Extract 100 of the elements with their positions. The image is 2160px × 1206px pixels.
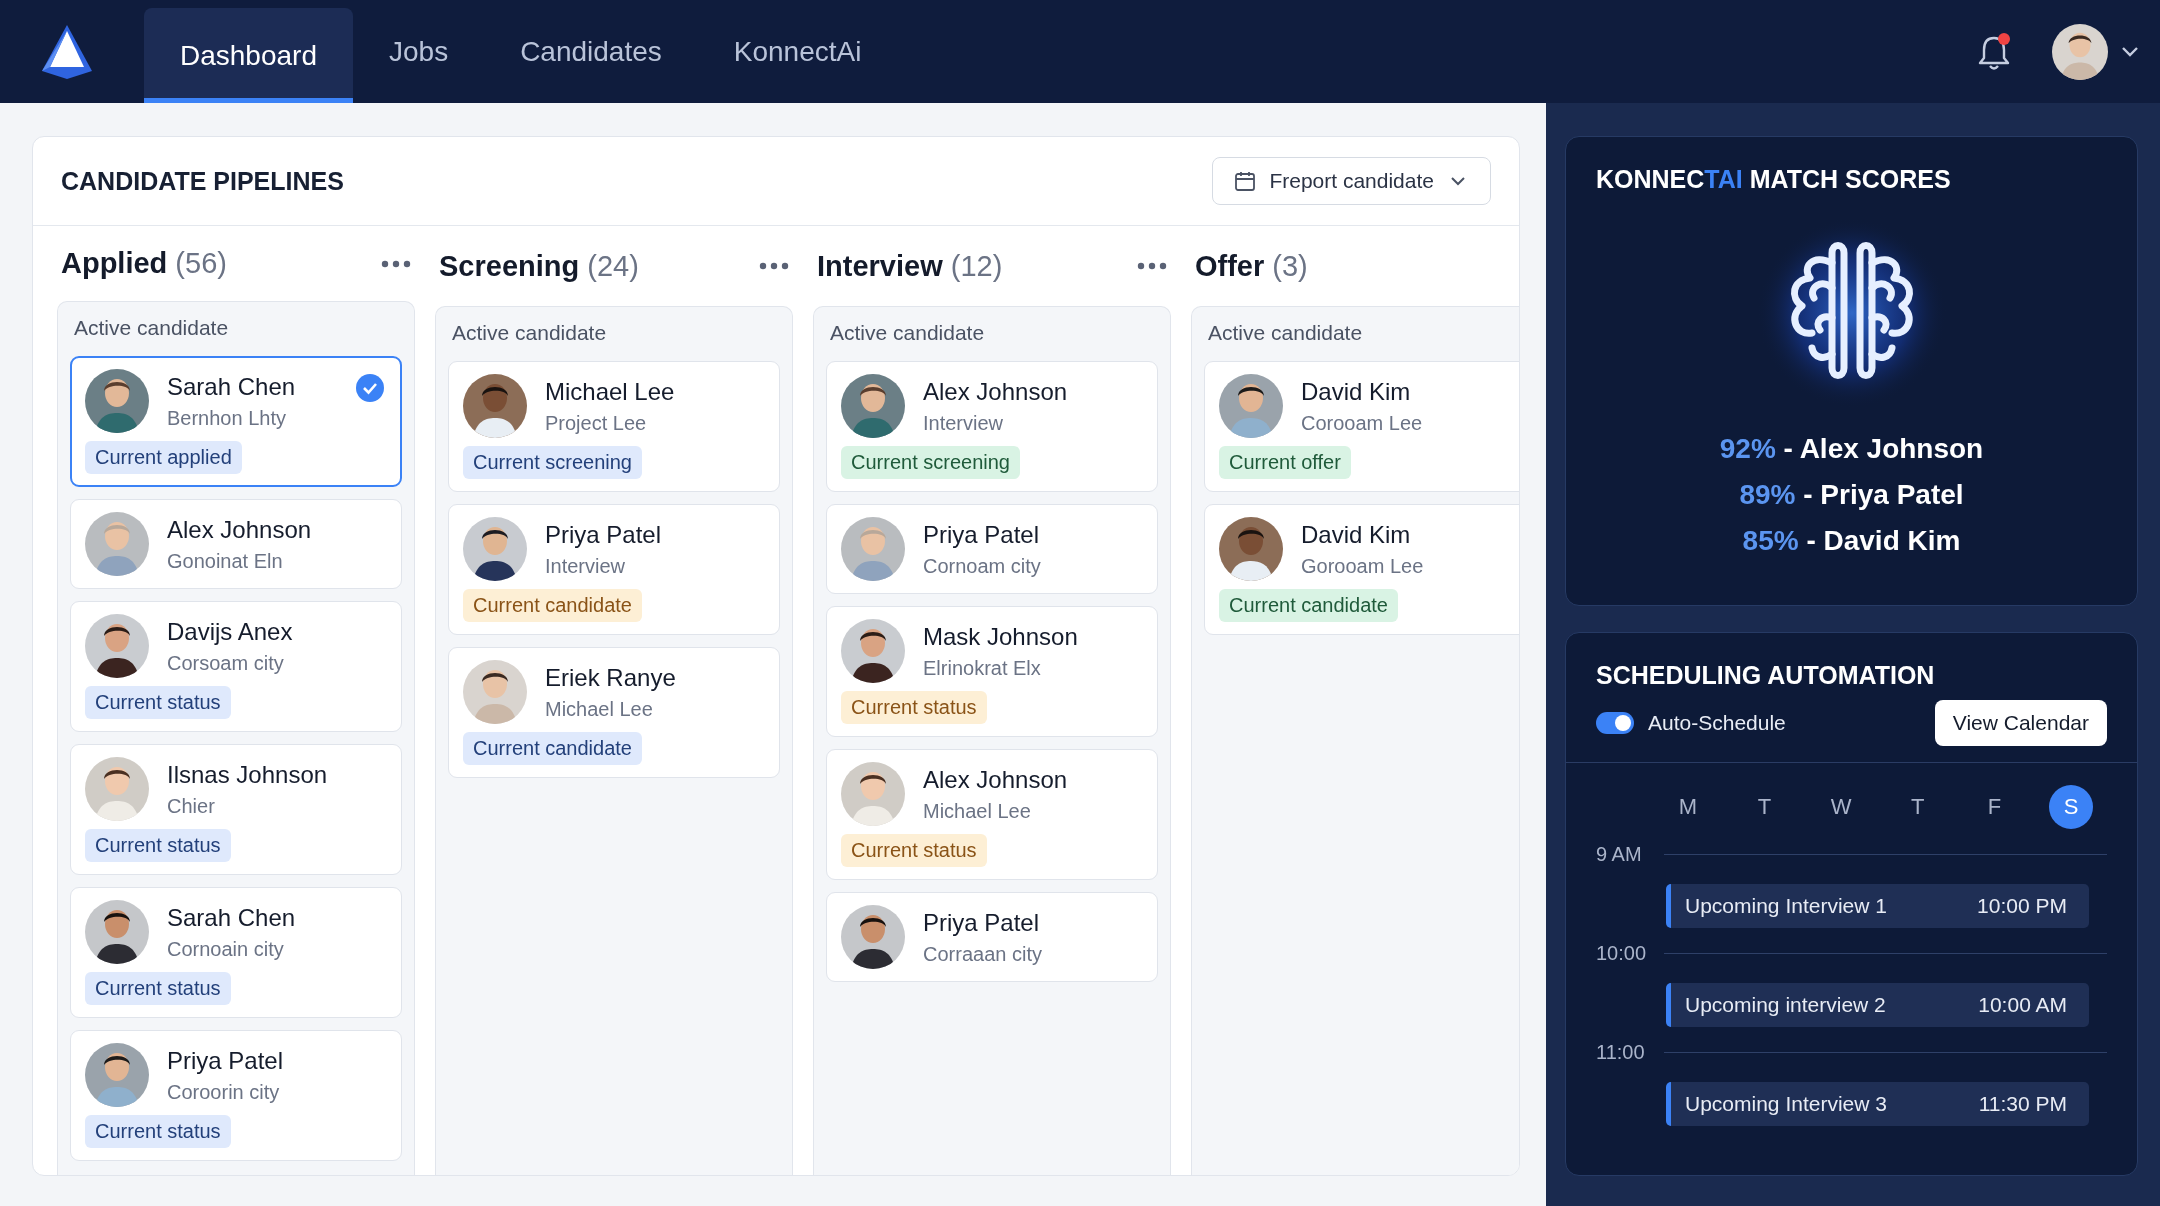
day-button[interactable]: S — [2048, 785, 2093, 829]
status-tag: Current status — [841, 834, 987, 867]
status-tag: Current status — [85, 686, 231, 719]
nav-tab[interactable]: KonnectAi — [697, 0, 898, 103]
calendar-event[interactable]: Upcoming Interview 1 10:00 PM — [1666, 884, 2089, 928]
candidate-detail: Corooam Lee — [1301, 411, 1423, 435]
time-label: 9 AM — [1596, 843, 1643, 866]
candidate-card[interactable]: Priya Patel Cornoam city — [826, 504, 1158, 594]
candidate-card[interactable]: David Kim Corooam Lee Current offer — [1204, 361, 1519, 492]
candidate-card[interactable]: Alex Johnson Interview Current screening — [826, 361, 1158, 492]
candidate-card[interactable]: Priya Patel Interview Current candidate — [448, 504, 780, 635]
candidate-detail: Michael Lee — [923, 799, 1032, 823]
column-count: (24) — [587, 249, 639, 282]
candidate-card[interactable]: Priya Patel Coroorin city Current status — [70, 1030, 402, 1161]
status-tag: Current applied — [85, 441, 242, 474]
candidate-card[interactable]: Sarah Chen Cornoain city Current status — [70, 887, 402, 1018]
candidate-detail: Chier — [167, 794, 216, 818]
time-label: 11:00 — [1596, 1041, 1646, 1064]
caret-icon — [2120, 45, 2140, 58]
candidate-name: Sarah Chen — [167, 372, 296, 401]
candidate-detail: Interview — [545, 554, 627, 578]
candidate-detail: Project Lee — [545, 411, 648, 435]
toggle-label: Auto-Schedule — [1648, 711, 1786, 735]
status-tag: Current offer — [1219, 446, 1351, 479]
candidate-detail: Cornoain city — [167, 937, 285, 961]
candidate-card[interactable]: Eriek Ranye Michael Lee Current candidate — [448, 647, 780, 778]
event-time: 10:00 PM — [1977, 894, 2067, 918]
column-count: (12) — [950, 249, 1003, 282]
day-button[interactable]: T — [1742, 785, 1787, 829]
more-icon[interactable] — [1137, 262, 1167, 270]
event-time: 10:00 AM — [1978, 993, 2067, 1017]
candidate-name: Mask Johnson — [923, 622, 1078, 651]
day-button[interactable]: W — [1819, 785, 1864, 829]
candidate-name: Priya Patel — [167, 1046, 284, 1075]
candidate-name: Priya Patel — [923, 520, 1041, 549]
status-tag: Current status — [85, 829, 231, 862]
day-button[interactable]: M — [1666, 785, 1710, 829]
candidate-name: Davijs Anex — [167, 617, 293, 646]
candidate-name: Priya Patel — [545, 520, 662, 549]
candidate-card[interactable]: Alex Johnson Gonoinat Eln — [70, 499, 402, 589]
candidate-name: Eriek Ranye — [545, 663, 676, 692]
candidate-name: Alex Johnson — [167, 515, 312, 544]
nav-tab[interactable]: Dashboard — [144, 8, 353, 103]
calendar-icon — [1233, 169, 1258, 193]
column-count: (3) — [1272, 249, 1308, 282]
profile-menu[interactable] — [2052, 23, 2140, 80]
candidate-detail: Corsoam city — [167, 651, 285, 675]
view-calendar-button[interactable]: View Calendar — [1934, 700, 2107, 746]
candidate-card[interactable]: Priya Patel Corraaan city — [826, 892, 1158, 982]
time-label: 10:00 — [1596, 942, 1648, 965]
candidate-detail: Cornoam city — [923, 554, 1041, 578]
candidate-name: Ilsnas Johnson — [167, 760, 328, 789]
report-button[interactable]: Freport candidate — [1212, 157, 1491, 205]
candidate-detail: Gorooam Lee — [1301, 554, 1424, 578]
candidate-detail: Interview — [923, 411, 1005, 435]
calendar-event[interactable]: Upcoming Interview 3 11:30 PM — [1666, 1082, 2089, 1126]
status-tag: Current candidate — [463, 732, 642, 765]
candidate-name: Sarah Chen — [167, 903, 296, 932]
event-title: Upcoming Interview 1 — [1685, 894, 1887, 918]
candidate-detail: Elrinokrat Elx — [923, 656, 1042, 680]
status-tag: Current candidate — [1219, 589, 1398, 622]
candidate-card[interactable]: David Kim Gorooam Lee Current candidate — [1204, 504, 1519, 635]
group-label: Active candidate — [452, 321, 608, 345]
status-tag: Current status — [841, 691, 987, 724]
more-icon[interactable] — [381, 259, 411, 268]
panel-title: SCHEDULING AUTOMATION — [1596, 661, 1936, 690]
candidate-detail: Michael Lee — [545, 697, 654, 721]
bell-icon[interactable] — [1976, 31, 2012, 72]
column-title: Interview — [817, 249, 943, 282]
nav-tab[interactable]: Candidates — [484, 0, 698, 103]
candidate-name: Michael Lee — [545, 377, 675, 406]
candidate-detail: Bernhon Lhty — [167, 406, 287, 430]
candidate-card[interactable]: Michael Lee Project Lee Current screening — [448, 361, 780, 492]
check-icon — [356, 374, 384, 402]
calendar-event[interactable]: Upcoming interview 2 10:00 AM — [1666, 983, 2089, 1027]
match-score: 89% - Priya Patel — [1739, 479, 1964, 511]
column-title: Offer — [1195, 249, 1265, 282]
candidate-card[interactable]: Ilsnas Johnson Chier Current status — [70, 744, 402, 875]
event-time: 11:30 PM — [1978, 1092, 2067, 1116]
status-tag: Current screening — [841, 446, 1020, 479]
candidate-card[interactable]: Mask Johnson Elrinokrat Elx Current status — [826, 606, 1158, 737]
toggle-switch[interactable] — [1596, 712, 1634, 734]
day-button[interactable]: T — [1895, 785, 1940, 829]
column-title: Applied — [61, 247, 168, 279]
event-title: Upcoming Interview 3 — [1685, 1092, 1887, 1116]
group-label: Active candidate — [74, 316, 230, 340]
column-title: Screening — [439, 249, 580, 282]
candidate-card[interactable]: Alex Johnson Michael Lee Current status — [826, 749, 1158, 880]
candidate-card[interactable]: Sarah Chen Bernhon Lhty Current applied — [70, 356, 402, 487]
day-button[interactable]: F — [1972, 785, 2017, 829]
candidate-card[interactable]: Davijs Anex Corsoam city Current status — [70, 601, 402, 732]
status-tag: Current status — [85, 1115, 231, 1148]
candidate-name: David Kim — [1301, 377, 1412, 406]
candidate-detail: Coroorin city — [167, 1080, 281, 1104]
nav-tab[interactable]: Jobs — [353, 0, 485, 103]
group-label: Active candidate — [1208, 321, 1364, 345]
event-title: Upcoming interview 2 — [1685, 993, 1886, 1017]
status-tag: Current screening — [463, 446, 642, 479]
panel-title: KONNECTAI MATCH SCORES — [1596, 165, 1951, 194]
more-icon[interactable] — [759, 262, 789, 270]
